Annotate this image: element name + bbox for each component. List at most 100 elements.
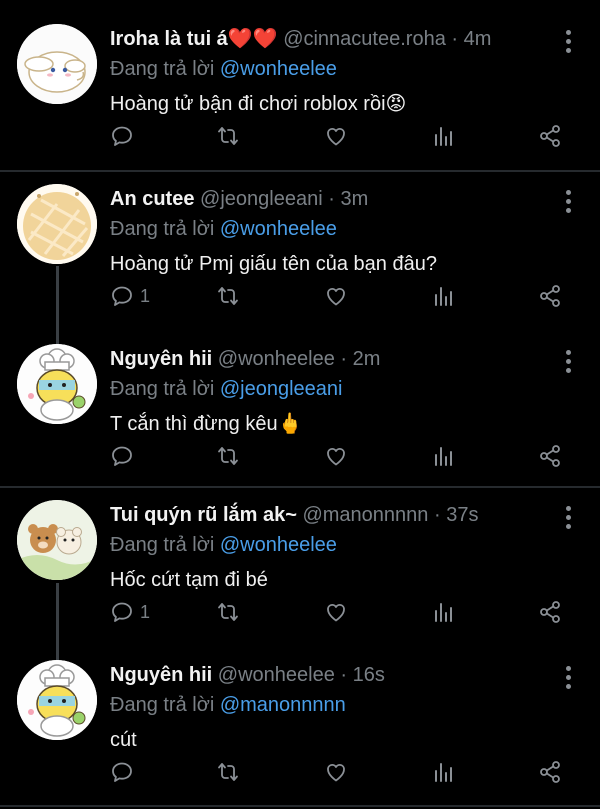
avatar[interactable] [17, 500, 97, 580]
avatar[interactable] [17, 660, 97, 740]
share-button[interactable] [538, 598, 562, 626]
user-handle[interactable]: @wonheelee [218, 664, 335, 686]
tweet-text: Hoàng tử Pmj giấu tên của bạn đâu? [110, 253, 437, 275]
analytics-icon [435, 603, 452, 622]
user-handle[interactable]: @cinnacutee.roha [283, 28, 446, 50]
reply-context: Đang trả lời @wonheelee [110, 216, 570, 242]
share-icon [540, 125, 560, 147]
reply-context: Đang trả lời @wonheelee [110, 532, 570, 558]
tweet[interactable]: Iroha là tui á❤️❤️ @cinnacutee.roha · 4m… [0, 0, 600, 172]
reply-button[interactable]: 1 [110, 598, 150, 626]
reply-prefix: Đang trả lời [110, 58, 215, 80]
reply-icon [112, 126, 132, 146]
more-options-icon[interactable] [566, 506, 572, 533]
more-options-icon[interactable] [566, 350, 572, 377]
analytics-button[interactable] [432, 122, 456, 150]
timestamp[interactable]: 16s [353, 664, 385, 686]
analytics-icon [435, 763, 452, 782]
share-button[interactable] [538, 442, 562, 470]
chef-bear-avatar [17, 344, 97, 424]
reply-button[interactable] [110, 442, 140, 470]
reply-mention[interactable]: @manonnnnn [220, 694, 346, 716]
reply-icon [112, 762, 132, 782]
user-handle[interactable]: @manonnnnn [302, 504, 428, 526]
more-options-icon[interactable] [566, 666, 572, 693]
reply-button[interactable]: 1 [110, 282, 150, 310]
melon-bread-avatar [17, 184, 97, 264]
display-name[interactable]: Iroha là tui á [110, 28, 228, 50]
like-button[interactable] [324, 122, 348, 150]
reply-mention[interactable]: @wonheelee [220, 58, 337, 80]
analytics-button[interactable] [432, 758, 456, 786]
heart-icon [327, 603, 345, 622]
share-button[interactable] [538, 122, 562, 150]
like-button[interactable] [324, 758, 348, 786]
analytics-button[interactable] [432, 442, 456, 470]
reply-context: Đang trả lời @jeongleeani [110, 376, 570, 402]
tweet-actions: 1 [110, 598, 570, 628]
reply-button[interactable] [110, 758, 140, 786]
like-button[interactable] [324, 598, 348, 626]
reply-mention[interactable]: @wonheelee [220, 218, 337, 240]
like-button[interactable] [324, 442, 348, 470]
separator-dot: · [433, 504, 441, 526]
retweet-icon [218, 603, 238, 621]
display-name[interactable]: Nguyên hii [110, 348, 212, 370]
display-name[interactable]: Nguyên hii [110, 664, 212, 686]
timestamp[interactable]: 4m [464, 28, 492, 50]
tweet-text: T cắn thì đừng kêu🖕 [110, 413, 303, 435]
reply-mention[interactable]: @jeongleeani [220, 378, 343, 400]
share-button[interactable] [538, 758, 562, 786]
tweet-text: Hoàng tử bận đi chơi roblox rồi😡 [110, 93, 407, 115]
retweet-button[interactable] [216, 122, 240, 150]
tweet-actions [110, 122, 570, 152]
reply-mention[interactable]: @wonheelee [220, 534, 337, 556]
separator-dot: · [340, 348, 348, 370]
timestamp[interactable]: 37s [446, 504, 478, 526]
separator-dot: · [328, 188, 335, 210]
analytics-icon [435, 447, 452, 466]
heart-icon [327, 127, 345, 146]
timestamp[interactable]: 2m [353, 348, 381, 370]
tweet-actions [110, 442, 570, 472]
reply-icon [112, 446, 132, 466]
analytics-icon [435, 127, 452, 146]
user-handle[interactable]: @jeongleeani [200, 188, 323, 210]
more-options-icon[interactable] [566, 190, 572, 217]
share-icon [540, 601, 560, 623]
divider [0, 805, 600, 807]
display-name[interactable]: An cutee [110, 188, 194, 210]
share-icon [540, 445, 560, 467]
retweet-icon [218, 127, 238, 145]
heart-icon [327, 763, 345, 782]
retweet-button[interactable] [216, 282, 240, 310]
bears-avatar [17, 500, 97, 580]
avatar[interactable] [17, 344, 97, 424]
timestamp[interactable]: 3m [340, 188, 368, 210]
analytics-button[interactable] [432, 282, 456, 310]
retweet-button[interactable] [216, 598, 240, 626]
reply-prefix: Đang trả lời [110, 378, 215, 400]
avatar[interactable] [17, 24, 97, 104]
tweet[interactable]: An cutee @jeongleeani · 3m Đang trả lời … [0, 160, 600, 326]
share-button[interactable] [538, 282, 562, 310]
separator-dot: · [451, 28, 459, 50]
user-handle[interactable]: @wonheelee [218, 348, 335, 370]
more-options-icon[interactable] [566, 30, 572, 57]
reply-button[interactable] [110, 122, 140, 150]
tweet[interactable]: Nguyên hii @wonheelee · 16s Đang trả lời… [0, 636, 600, 806]
retweet-button[interactable] [216, 758, 240, 786]
tweet-actions [110, 758, 570, 788]
like-button[interactable] [324, 282, 348, 310]
tweet-text: Hốc cứt tạm đi bé [110, 569, 268, 591]
share-icon [540, 761, 560, 783]
tweet[interactable]: Tui quýn rũ lắm ak~ @manonnnnn · 37s Đan… [0, 476, 600, 642]
display-name[interactable]: Tui quýn rũ lắm ak~ [110, 504, 297, 526]
avatar[interactable] [17, 184, 97, 264]
tweet-text: cút [110, 729, 137, 751]
analytics-button[interactable] [432, 598, 456, 626]
tweet[interactable]: Nguyên hii @wonheelee · 2m Đang trả lời … [0, 320, 600, 486]
reply-prefix: Đang trả lời [110, 534, 215, 556]
analytics-icon [435, 287, 452, 306]
retweet-button[interactable] [216, 442, 240, 470]
